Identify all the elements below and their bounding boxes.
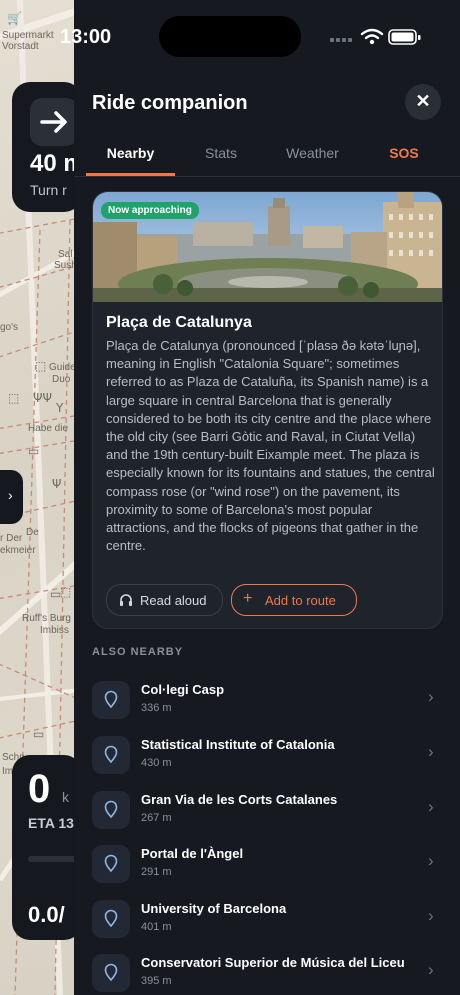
chevron-right-icon: › <box>428 687 434 706</box>
chevron-right-icon: › <box>428 851 434 870</box>
read-aloud-button[interactable]: Read aloud <box>106 584 223 616</box>
turn-arrow-icon <box>30 98 78 146</box>
map-label: Guide <box>49 362 76 373</box>
nearby-item-distance: 395 m <box>141 975 172 987</box>
current-speed: 0 <box>28 767 51 811</box>
close-icon: ✕ <box>415 91 431 111</box>
svg-text:ΨΨ: ΨΨ <box>33 391 52 405</box>
now-approaching-badge: Now approaching <box>101 202 199 219</box>
sidebar-toggle-handle[interactable]: › <box>0 470 23 524</box>
wifi-icon <box>360 28 384 45</box>
turn-instruction: Turn r <box>30 182 67 198</box>
plus-icon: + <box>243 590 253 607</box>
svg-text:▭: ▭ <box>33 727 44 741</box>
map-pin-icon <box>92 736 130 774</box>
nearby-list-item[interactable]: Gran Via de les Corts Catalanes 267 m › <box>74 787 460 841</box>
signal-icon <box>330 38 352 42</box>
headphones-icon <box>118 592 134 613</box>
average-speed: 0.0/ <box>28 902 65 927</box>
place-title: Plaça de Catalunya <box>106 314 252 331</box>
tab-bar: Nearby Stats Weather SOS <box>74 134 460 177</box>
map-label: Duo <box>52 374 71 385</box>
active-tab-indicator <box>86 173 175 176</box>
svg-text:▭: ▭ <box>50 587 61 601</box>
svg-text:⬚: ⬚ <box>8 391 19 405</box>
place-description: Plaça de Catalunya (pronounced [ˈplasə ð… <box>106 338 435 554</box>
map-pin-icon <box>92 791 130 829</box>
nearby-item-name: Portal de l'Àngel <box>141 846 244 861</box>
svg-text:▭: ▭ <box>28 444 39 458</box>
featured-place-card[interactable]: Now approaching Plaça de Catalunya Plaça… <box>92 191 443 629</box>
map-label: De <box>26 527 39 538</box>
map-pin-icon <box>92 954 130 992</box>
nearby-item-name: Col·legi Casp <box>141 682 225 697</box>
map-label: ekmeier <box>0 545 36 556</box>
add-to-route-label: Add to route <box>265 593 336 608</box>
map-label: Imbiss <box>40 625 69 636</box>
nearby-item-distance: 267 m <box>141 812 172 824</box>
map-pin-icon <box>92 681 130 719</box>
add-to-route-button[interactable]: + Add to route <box>231 584 357 616</box>
tab-nearby[interactable]: Nearby <box>86 145 175 161</box>
speed-unit: k <box>62 789 69 805</box>
eta-label: ETA 13 <box>28 815 74 831</box>
tab-sos[interactable]: SOS <box>369 145 439 161</box>
tab-weather[interactable]: Weather <box>270 145 355 161</box>
chevron-right-icon: › <box>428 960 434 979</box>
ride-companion-panel: Ride companion ✕ Nearby Stats Weather SO… <box>74 0 460 995</box>
nearby-list-item[interactable]: University of Barcelona 401 m › <box>74 896 460 950</box>
nearby-item-distance: 291 m <box>141 866 172 878</box>
map-label: Ruff's Burg <box>22 613 71 624</box>
nearby-item-name: Statistical Institute of Catalonia <box>141 737 335 752</box>
svg-text:⬚: ⬚ <box>60 585 71 599</box>
read-aloud-label: Read aloud <box>140 593 207 608</box>
map-pin-icon <box>92 900 130 938</box>
nearby-item-distance: 430 m <box>141 757 172 769</box>
svg-text:⬚: ⬚ <box>35 359 46 373</box>
nearby-list-item[interactable]: Statistical Institute of Catalonia 430 m… <box>74 732 460 786</box>
nearby-list-item[interactable]: Portal de l'Àngel 291 m › <box>74 841 460 895</box>
nearby-item-name: Gran Via de les Corts Catalanes <box>141 792 338 807</box>
chevron-right-icon: › <box>428 906 434 925</box>
also-nearby-heading: ALSO NEARBY <box>92 646 184 658</box>
nearby-item-distance: 401 m <box>141 921 172 933</box>
status-indicators <box>330 28 440 46</box>
nearby-item-name: Conservatori Superior de Música del Lice… <box>141 955 405 970</box>
nearby-list-item[interactable]: Col·legi Casp 336 m › <box>74 677 460 731</box>
close-button[interactable]: ✕ <box>405 84 441 120</box>
trip-summary-card[interactable]: 0 k ETA 13 0.0/ <box>12 755 88 940</box>
chevron-right-icon: › <box>428 742 434 761</box>
map-label: r Der <box>0 533 23 544</box>
chevron-right-icon: › <box>8 487 13 503</box>
dynamic-island <box>159 16 301 57</box>
turn-instruction-card[interactable]: 40 m Turn r <box>12 82 85 212</box>
panel-title: Ride companion <box>92 92 248 114</box>
svg-text:Ψ: Ψ <box>52 477 61 491</box>
status-time: 13:00 <box>60 26 112 48</box>
nearby-list-item[interactable]: Conservatori Superior de Música del Lice… <box>74 950 460 995</box>
map-label: go's <box>0 322 19 333</box>
tab-stats[interactable]: Stats <box>182 145 260 161</box>
chevron-right-icon: › <box>428 797 434 816</box>
map-label: Sal <box>58 249 73 260</box>
battery-icon <box>388 29 421 45</box>
nearby-item-distance: 336 m <box>141 702 172 714</box>
map-label: Habe die <box>28 423 69 434</box>
svg-text:Y: Y <box>55 401 64 415</box>
nearby-item-name: University of Barcelona <box>141 901 287 916</box>
status-bar: 13:00 <box>0 0 460 72</box>
map-pin-icon <box>92 845 130 883</box>
